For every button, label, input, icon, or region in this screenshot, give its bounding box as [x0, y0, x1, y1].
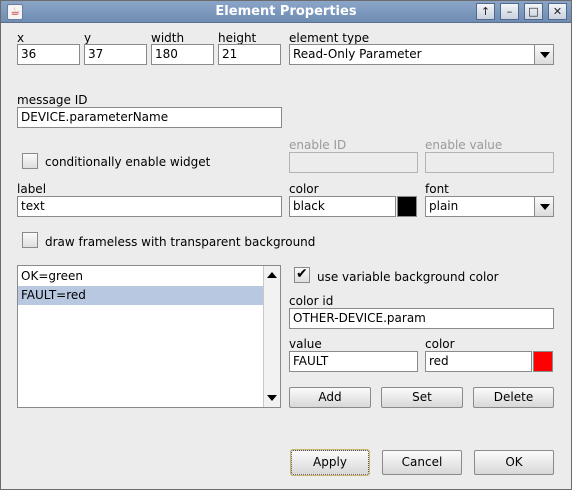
message-id-field[interactable]: DEVICE.parameterName — [17, 107, 282, 128]
element-type-select[interactable]: Read-Only Parameter — [289, 44, 554, 65]
enable-value-field[interactable] — [425, 152, 554, 173]
add-button[interactable]: Add — [289, 387, 371, 408]
font-value: plain — [429, 199, 459, 213]
x-label: x — [17, 31, 25, 45]
variable-background-checkbox[interactable]: ✔ — [294, 266, 310, 283]
color-field[interactable]: black — [289, 196, 396, 217]
chevron-down-icon[interactable] — [534, 45, 553, 64]
color-id-label: color id — [289, 294, 334, 308]
minimize-icon[interactable]: – — [500, 3, 519, 20]
label-field[interactable]: text — [17, 196, 282, 217]
value-color-swatch[interactable] — [533, 351, 553, 372]
color-mapping-list[interactable]: OK=green FAULT=red — [17, 265, 281, 408]
ok-button[interactable]: OK — [474, 450, 554, 475]
width-field[interactable]: 180 — [151, 44, 214, 65]
frameless-checkbox[interactable] — [22, 232, 38, 248]
apply-button[interactable]: Apply — [290, 449, 370, 476]
scroll-up-icon[interactable] — [264, 267, 280, 283]
cancel-button[interactable]: Cancel — [382, 450, 462, 475]
checkmark-icon: ✔ — [296, 266, 308, 282]
list-item-selected[interactable]: FAULT=red — [18, 286, 264, 305]
conditionally-enable-label: conditionally enable widget — [45, 155, 211, 169]
scroll-down-icon[interactable] — [264, 390, 280, 406]
message-id-label: message ID — [17, 93, 88, 107]
color-id-field[interactable]: OTHER-DEVICE.param — [289, 308, 554, 329]
set-button[interactable]: Set — [381, 387, 463, 408]
label-label: label — [17, 182, 47, 196]
font-select[interactable]: plain — [425, 196, 554, 217]
width-label: width — [151, 31, 185, 45]
close-icon[interactable]: ✕ — [548, 3, 567, 20]
enable-id-label: enable ID — [289, 138, 347, 152]
list-scrollbar[interactable] — [263, 266, 280, 407]
height-label: height — [218, 31, 257, 45]
element-properties-dialog: ☕ Element Properties ↑ – □ ✕ x 36 y 37 w… — [0, 0, 572, 490]
title-bar[interactable]: ☕ Element Properties ↑ – □ ✕ — [1, 1, 571, 23]
element-type-value: Read-Only Parameter — [293, 47, 422, 61]
x-field[interactable]: 36 — [17, 44, 80, 65]
y-label: y — [84, 31, 92, 45]
color-swatch[interactable] — [397, 196, 417, 217]
variable-background-label: use variable background color — [317, 270, 499, 284]
maximize-icon[interactable]: □ — [524, 3, 543, 20]
enable-value-label: enable value — [425, 138, 503, 152]
font-label: font — [425, 182, 449, 196]
move-up-icon[interactable]: ↑ — [476, 3, 495, 20]
enable-id-field[interactable] — [289, 152, 418, 173]
value-label: value — [289, 337, 322, 351]
value-color-label: color — [425, 337, 455, 351]
list-item[interactable]: OK=green — [18, 267, 264, 286]
delete-button[interactable]: Delete — [473, 387, 554, 408]
conditionally-enable-checkbox[interactable] — [22, 153, 38, 169]
chevron-down-icon[interactable] — [534, 197, 553, 216]
value-field[interactable]: FAULT — [289, 351, 418, 372]
height-field[interactable]: 21 — [218, 44, 281, 65]
y-field[interactable]: 37 — [84, 44, 147, 65]
color-label: color — [289, 182, 319, 196]
element-type-label: element type — [289, 31, 370, 45]
value-color-field[interactable]: red — [425, 351, 532, 372]
frameless-label: draw frameless with transparent backgrou… — [45, 235, 316, 249]
